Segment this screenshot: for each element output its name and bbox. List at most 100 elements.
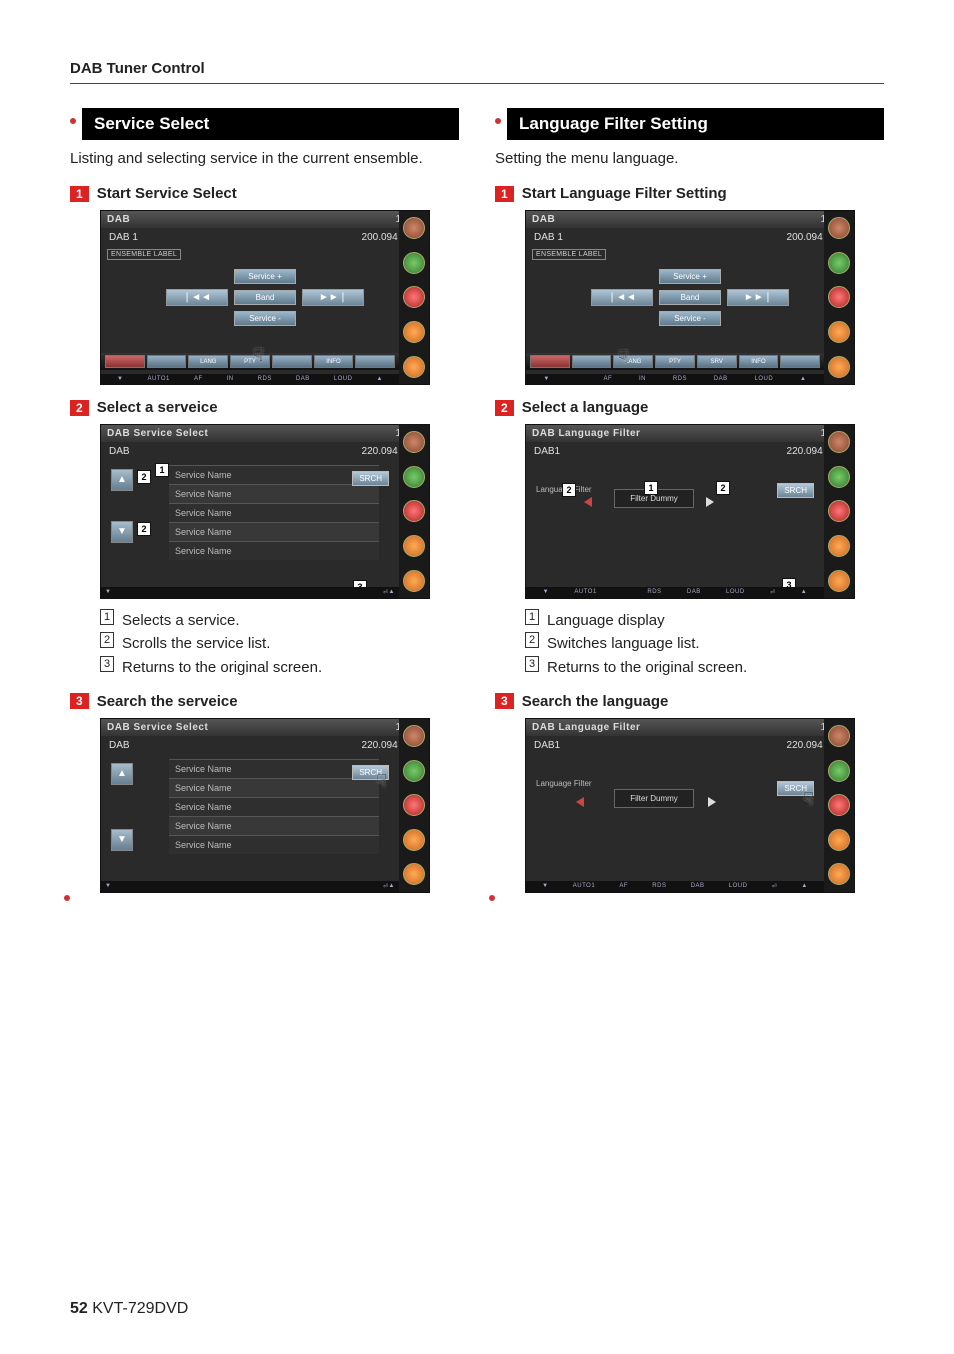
- triangle-right-icon[interactable]: [708, 797, 716, 807]
- cursor-icon: ☟: [618, 347, 629, 368]
- list-item[interactable]: Service Name: [169, 484, 379, 503]
- scroll-up[interactable]: ▲: [111, 469, 133, 491]
- side-icon[interactable]: [403, 863, 425, 885]
- band-label: DAB1: [534, 446, 560, 457]
- tab-srv[interactable]: [272, 355, 312, 368]
- tab-info[interactable]: INFO: [739, 355, 779, 368]
- side-icon[interactable]: [828, 863, 850, 885]
- status-bar: ▼⏎▲: [101, 881, 399, 892]
- list-item[interactable]: Service Name: [169, 778, 379, 797]
- side-icon[interactable]: [828, 760, 850, 782]
- side-icon[interactable]: [828, 570, 850, 592]
- side-icon[interactable]: [403, 500, 425, 522]
- side-icon[interactable]: [403, 466, 425, 488]
- tab[interactable]: [572, 355, 612, 368]
- scroll-down[interactable]: ▼: [111, 521, 133, 543]
- column-bullet: [495, 118, 501, 124]
- screenshot-service-select: DAB Service Select10:10 DAB220.094 MHz ▲…: [100, 424, 430, 599]
- legend-text: Language display: [547, 609, 665, 632]
- step-number: 2: [70, 400, 89, 416]
- scroll-up[interactable]: ▲: [111, 763, 133, 785]
- tab-pty[interactable]: PTY: [655, 355, 695, 368]
- list-item[interactable]: Service Name: [169, 465, 379, 484]
- side-icon[interactable]: [828, 535, 850, 557]
- side-icon[interactable]: [828, 356, 850, 378]
- tab[interactable]: [147, 355, 187, 368]
- tab[interactable]: [530, 355, 570, 368]
- tab-info[interactable]: INFO: [314, 355, 354, 368]
- side-icon[interactable]: [403, 570, 425, 592]
- band-label: DAB 1: [534, 232, 563, 243]
- callout-2: 2: [562, 483, 576, 497]
- btn-service-minus[interactable]: Service -: [659, 311, 721, 326]
- step-1-header: 1 Start Service Select: [70, 185, 459, 202]
- list-item[interactable]: Service Name: [169, 503, 379, 522]
- side-icon[interactable]: [403, 217, 425, 239]
- cursor-icon: ☟: [376, 771, 387, 792]
- side-icon[interactable]: [403, 431, 425, 453]
- side-icon[interactable]: [828, 252, 850, 274]
- step-number: 1: [70, 186, 89, 202]
- list-item[interactable]: Service Name: [169, 816, 379, 835]
- legend-num: 2: [525, 632, 539, 648]
- btn-band[interactable]: Band: [234, 290, 296, 305]
- side-icon[interactable]: [403, 760, 425, 782]
- side-icon[interactable]: [828, 829, 850, 851]
- triangle-left-icon[interactable]: [584, 497, 592, 507]
- step-3-header: 3 Search the serveice: [70, 693, 459, 710]
- list-item[interactable]: Service Name: [169, 541, 379, 560]
- triangle-right-icon[interactable]: [706, 497, 714, 507]
- side-icon[interactable]: [828, 794, 850, 816]
- btn-next[interactable]: ►►❘: [302, 289, 364, 306]
- side-icon[interactable]: [403, 356, 425, 378]
- legend-text: Scrolls the service list.: [122, 632, 270, 655]
- btn-service-plus[interactable]: Service +: [234, 269, 296, 284]
- legend-num: 3: [525, 656, 539, 672]
- side-icon[interactable]: [403, 794, 425, 816]
- model-name: KVT-729DVD: [92, 1300, 188, 1317]
- legend-num: 3: [100, 656, 114, 672]
- side-icon[interactable]: [828, 321, 850, 343]
- callout-2: 2: [137, 470, 151, 484]
- side-icon[interactable]: [403, 829, 425, 851]
- step-number: 3: [70, 693, 89, 709]
- btn-band[interactable]: Band: [659, 290, 721, 305]
- list-item[interactable]: Service Name: [169, 522, 379, 541]
- tab[interactable]: [780, 355, 820, 368]
- left-column: Service Select Listing and selecting ser…: [70, 108, 459, 901]
- tab[interactable]: [355, 355, 395, 368]
- tab-lang[interactable]: LANG: [188, 355, 228, 368]
- side-icon[interactable]: [828, 431, 850, 453]
- srch-button[interactable]: SRCH: [352, 471, 389, 486]
- ensemble-tag: ENSEMBLE LABEL: [532, 249, 606, 260]
- legend-num: 2: [100, 632, 114, 648]
- btn-prev[interactable]: ❘◄◄: [591, 289, 653, 306]
- side-icon[interactable]: [403, 725, 425, 747]
- ss-title: DAB Language Filter: [532, 722, 640, 733]
- side-icon[interactable]: [403, 535, 425, 557]
- triangle-left-icon[interactable]: [576, 797, 584, 807]
- tab[interactable]: [105, 355, 145, 368]
- btn-next[interactable]: ►►❘: [727, 289, 789, 306]
- btn-service-plus[interactable]: Service +: [659, 269, 721, 284]
- right-column: Language Filter Setting Setting the menu…: [495, 108, 884, 901]
- side-icon[interactable]: [403, 286, 425, 308]
- side-icon[interactable]: [403, 321, 425, 343]
- list-item[interactable]: Service Name: [169, 759, 379, 778]
- side-icon[interactable]: [828, 466, 850, 488]
- btn-prev[interactable]: ❘◄◄: [166, 289, 228, 306]
- band-label: DAB 1: [109, 232, 138, 243]
- sidebar: [824, 425, 854, 598]
- step-label: Search the language: [522, 693, 669, 710]
- list-item[interactable]: Service Name: [169, 835, 379, 854]
- list-item[interactable]: Service Name: [169, 797, 379, 816]
- scroll-down[interactable]: ▼: [111, 829, 133, 851]
- side-icon[interactable]: [403, 252, 425, 274]
- tab-srv[interactable]: SRV: [697, 355, 737, 368]
- side-icon[interactable]: [828, 500, 850, 522]
- side-icon[interactable]: [828, 286, 850, 308]
- side-icon[interactable]: [828, 725, 850, 747]
- srch-button[interactable]: SRCH: [777, 483, 814, 498]
- side-icon[interactable]: [828, 217, 850, 239]
- btn-service-minus[interactable]: Service -: [234, 311, 296, 326]
